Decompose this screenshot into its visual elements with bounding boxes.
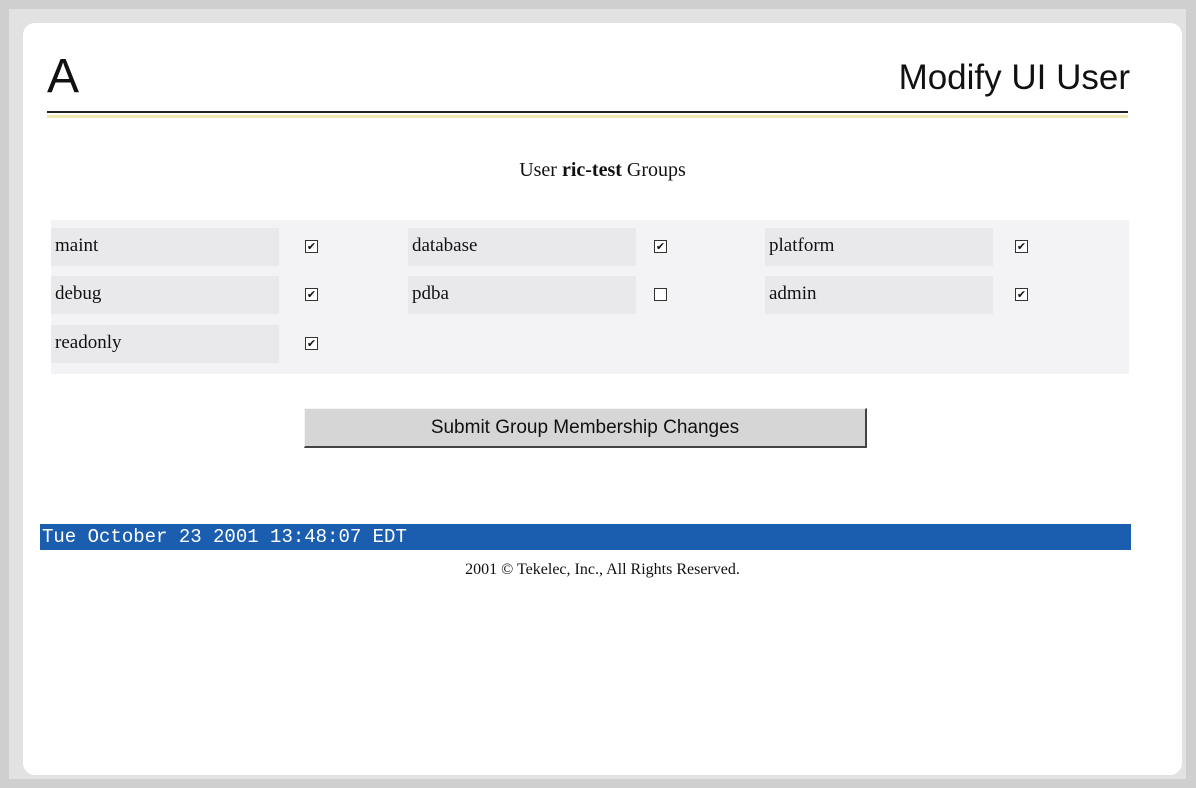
header-divider — [47, 111, 1128, 113]
group-checkbox-maint[interactable]: ✔ — [305, 240, 318, 253]
username: ric-test — [561, 159, 622, 181]
group-label-debug: debug — [51, 276, 279, 314]
logo: A — [47, 50, 80, 103]
status-bar-timestamp: Tue October 23 2001 13:48:07 EDT — [40, 524, 1131, 550]
main-panel: A Modify UI User User ric-test Groups ma… — [23, 23, 1182, 775]
groups-table: maint ✔ database ✔ platform ✔ debug ✔ pd… — [51, 220, 1129, 374]
group-checkbox-database[interactable]: ✔ — [654, 240, 667, 253]
page-title: Modify UI User — [898, 58, 1130, 97]
section-heading: User ric-test Groups — [23, 159, 1182, 182]
group-label-maint: maint — [51, 228, 279, 266]
heading-prefix: User — [519, 159, 557, 181]
header-divider-accent — [47, 115, 1128, 118]
group-checkbox-readonly[interactable]: ✔ — [305, 337, 318, 350]
group-label-admin: admin — [765, 276, 993, 314]
group-checkbox-debug[interactable]: ✔ — [305, 288, 318, 301]
submit-group-changes-button[interactable]: Submit Group Membership Changes — [304, 408, 867, 448]
group-checkbox-platform[interactable]: ✔ — [1015, 240, 1028, 253]
copyright-notice: 2001 © Tekelec, Inc., All Rights Reserve… — [465, 561, 740, 578]
heading-suffix: Groups — [626, 159, 686, 181]
group-label-platform: platform — [765, 228, 993, 266]
group-checkbox-pdba[interactable] — [654, 288, 667, 301]
group-label-readonly: readonly — [51, 325, 279, 363]
group-checkbox-admin[interactable]: ✔ — [1015, 288, 1028, 301]
group-label-database: database — [408, 228, 636, 266]
group-label-pdba: pdba — [408, 276, 636, 314]
